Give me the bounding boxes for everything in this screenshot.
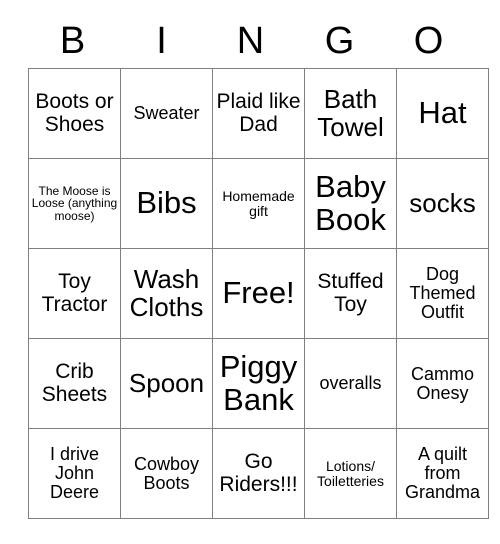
bingo-cell[interactable]: Go Riders!!! <box>212 428 305 519</box>
bingo-cell[interactable]: Spoon <box>120 338 213 429</box>
bingo-cell[interactable]: Hat <box>396 68 489 159</box>
bingo-cell[interactable]: Crib Sheets <box>28 338 121 429</box>
bingo-header-letter-i: I <box>156 20 167 62</box>
bingo-cell[interactable]: Boots or Shoes <box>28 68 121 159</box>
bingo-grid: Boots or Shoes Sweater Plaid like Dad Ba… <box>28 68 489 519</box>
bingo-row: Boots or Shoes Sweater Plaid like Dad Ba… <box>28 68 489 159</box>
bingo-header-letter-b: B <box>59 20 86 62</box>
bingo-cell[interactable]: Baby Book <box>304 158 397 249</box>
bingo-cell[interactable]: I drive John Deere <box>28 428 121 519</box>
bingo-header-letter-o: O <box>413 20 444 62</box>
bingo-cell[interactable]: Cammo Onesy <box>396 338 489 429</box>
bingo-cell[interactable]: A quilt from Grandma <box>396 428 489 519</box>
bingo-row: I drive John Deere Cowboy Boots Go Rider… <box>28 428 489 519</box>
bingo-cell[interactable]: overalls <box>304 338 397 429</box>
bingo-cell[interactable]: Bath Towel <box>304 68 397 159</box>
bingo-cell[interactable]: Wash Cloths <box>120 248 213 339</box>
bingo-cell[interactable]: Cowboy Boots <box>120 428 213 519</box>
bingo-header-letter-g: G <box>324 20 355 62</box>
bingo-cell[interactable]: Plaid like Dad <box>212 68 305 159</box>
bingo-cell[interactable]: Sweater <box>120 68 213 159</box>
bingo-cell[interactable]: Piggy Bank <box>212 338 305 429</box>
bingo-card: B I N G O Boots or Shoes Sweater Plaid l… <box>28 14 489 519</box>
bingo-cell-free[interactable]: Free! <box>212 248 305 339</box>
bingo-row: The Moose is Loose (anything moose) Bibs… <box>28 158 489 249</box>
bingo-header-letter-n: N <box>236 20 265 62</box>
bingo-cell[interactable]: Stuffed Toy <box>304 248 397 339</box>
bingo-header-row: B I N G O <box>28 14 473 68</box>
bingo-cell[interactable]: The Moose is Loose (anything moose) <box>28 158 121 249</box>
bingo-cell[interactable]: Dog Themed Outfit <box>396 248 489 339</box>
bingo-row: Crib Sheets Spoon Piggy Bank overalls Ca… <box>28 338 489 429</box>
bingo-cell[interactable]: socks <box>396 158 489 249</box>
bingo-cell[interactable]: Bibs <box>120 158 213 249</box>
bingo-cell[interactable]: Lotions/ Toiletteries <box>304 428 397 519</box>
bingo-cell[interactable]: Homemade gift <box>212 158 305 249</box>
bingo-row: Toy Tractor Wash Cloths Free! Stuffed To… <box>28 248 489 339</box>
bingo-cell[interactable]: Toy Tractor <box>28 248 121 339</box>
